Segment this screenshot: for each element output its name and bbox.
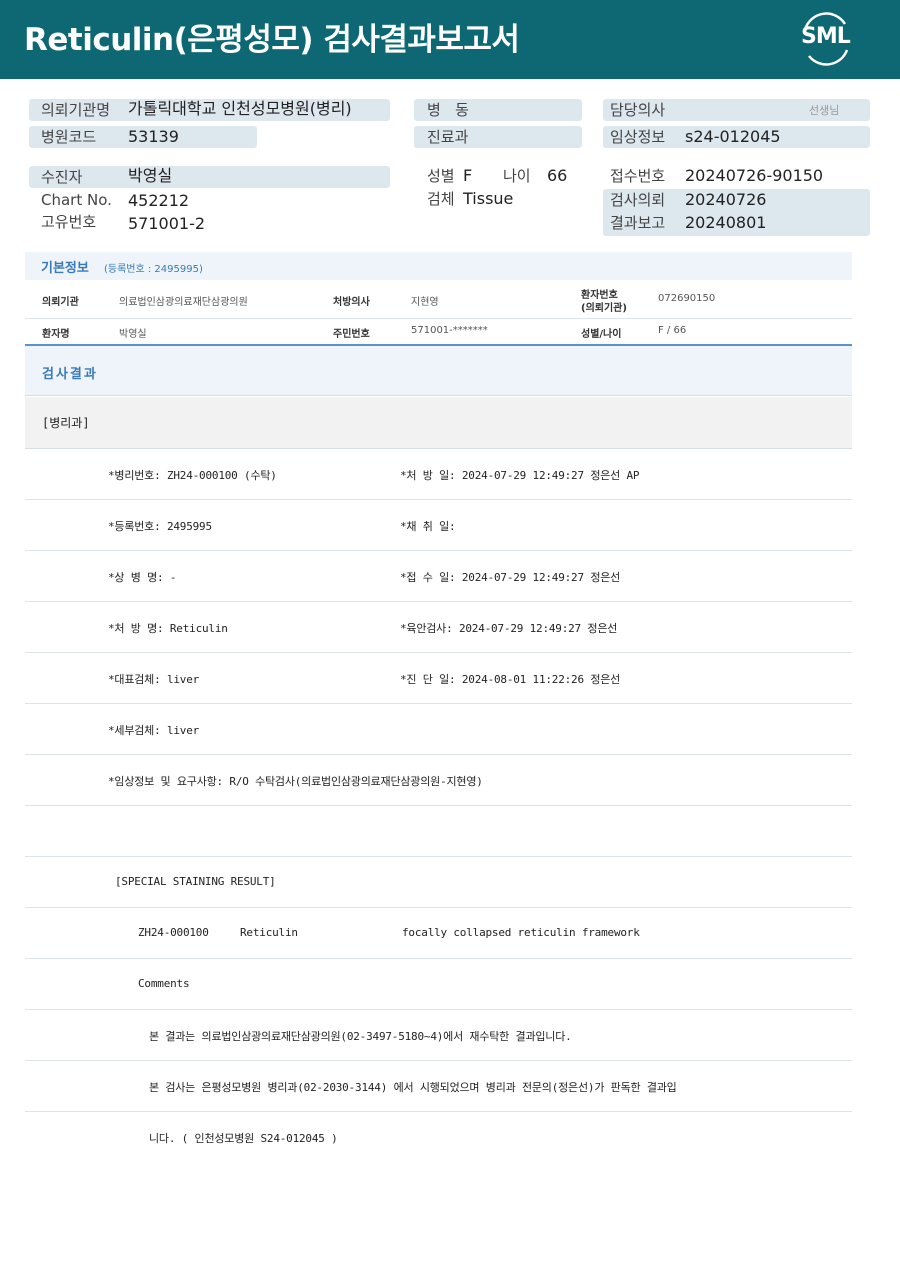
result-row: *등록번호: 2495995 *채 취 일: (25, 500, 852, 551)
comment-text: 본 검사는 은평성모병원 병리과(02-2030-3144) 에서 시행되었으며… (149, 1081, 677, 1094)
patient-label: 수진자 (41, 168, 83, 186)
age-value: 66 (547, 166, 568, 185)
result-row: *대표검체: liver *진 단 일: 2024-08-01 11:22:26… (25, 653, 852, 704)
requesting-institution-value: 가톨릭대학교 인천성모병원(병리) (128, 99, 352, 118)
result-row: *처 방 명: Reticulin *육안검사: 2024-07-29 12:4… (25, 602, 852, 653)
sml-logo: SML (795, 10, 857, 68)
receipt-no-label: 접수번호 (610, 167, 666, 185)
department-row: [병리과] (25, 397, 852, 449)
special-heading-row: [SPECIAL STAINING RESULT] (25, 857, 852, 908)
basic-row-divider (25, 318, 852, 319)
sex-value: F (463, 166, 473, 185)
receipt-no-value: 20240726-90150 (685, 166, 824, 185)
basic-info-registration: (등록번호 : 2495995) (104, 264, 203, 275)
result-row-left: *세부검체: liver (108, 724, 200, 737)
result-report-label: 결과보고 (610, 214, 666, 232)
result-row-left: *임상정보 및 요구사항: R/O 수탁검사(의료법인삼광의료재단삼광의원-지현… (108, 775, 483, 788)
test-request-value: 20240726 (685, 190, 767, 209)
logo-text: SML (801, 24, 851, 49)
basic-info-title: 기본정보 (41, 261, 89, 276)
basic-doctor-value: 지현영 (411, 297, 439, 308)
results-header: 검사결과 (25, 346, 852, 396)
basic-institution-value: 의료법인삼광의료재단삼광의원 (119, 297, 248, 308)
special-staining-heading: [SPECIAL STAINING RESULT] (115, 875, 276, 888)
blank-row (25, 806, 852, 857)
patient-box (29, 166, 390, 188)
result-row-right: *채 취 일: (400, 520, 456, 533)
basic-patient-name-label: 환자명 (42, 329, 70, 340)
department-label: 진료과 (427, 128, 469, 146)
results-title: 검사결과 (42, 367, 98, 382)
basic-sex-age-value: F / 66 (658, 325, 687, 336)
department-name: [병리과] (42, 416, 90, 430)
specimen-label: 검체 (427, 190, 455, 208)
stain-name: Reticulin (240, 926, 298, 939)
result-row-left: *상 병 명: - (108, 571, 177, 584)
result-row: *상 병 명: - *접 수 일: 2024-07-29 12:49:27 정은… (25, 551, 852, 602)
comments-row: Comments (25, 959, 852, 1010)
basic-resident-no-label: 주민번호 (333, 329, 370, 340)
result-row-right: *처 방 일: 2024-07-29 12:49:27 정은선 AP (400, 469, 640, 482)
result-row-left: *병리번호: ZH24-000100 (수탁) (108, 469, 277, 482)
comment-row: 니다. ( 인천성모병원 S24-012045 ) (25, 1112, 852, 1163)
unique-id-label: 고유번호 (41, 213, 97, 231)
unique-id-value: 571001-2 (128, 214, 206, 233)
basic-patient-no-value: 072690150 (658, 293, 716, 304)
chart-no-value: 452212 (128, 191, 190, 210)
requesting-institution-label: 의뢰기관명 (41, 101, 111, 119)
result-row-left: *처 방 명: Reticulin (108, 622, 228, 635)
result-row: *병리번호: ZH24-000100 (수탁) *처 방 일: 2024-07-… (25, 449, 852, 500)
ward-label: 병 동 (427, 101, 469, 119)
comment-row: 본 검사는 은평성모병원 병리과(02-2030-3144) 에서 시행되었으며… (25, 1061, 852, 1112)
comment-text: 본 결과는 의료법인삼광의료재단삼광의원(02-3497-5180~4)에서 재… (149, 1030, 572, 1043)
report-title: Reticulin(은평성모) 검사결과보고서 (24, 22, 520, 58)
result-row: *임상정보 및 요구사항: R/O 수탁검사(의료법인삼광의료재단삼광의원-지현… (25, 755, 852, 806)
stain-result-row: ZH24-000100 Reticulin focally collapsed … (25, 908, 852, 959)
specimen-value: Tissue (463, 189, 514, 208)
basic-sex-age-label: 성별/나이 (581, 329, 622, 340)
hospital-code-label: 병원코드 (41, 128, 97, 146)
clinical-info-value: s24-012045 (685, 127, 781, 146)
basic-info-header: 기본정보 (등록번호 : 2495995) (25, 252, 852, 280)
result-row-right: *접 수 일: 2024-07-29 12:49:27 정은선 (400, 571, 621, 584)
result-row-left: *대표검체: liver (108, 673, 200, 686)
sex-label: 성별 (427, 167, 455, 185)
age-label: 나이 (503, 167, 531, 185)
result-row: *세부검체: liver (25, 704, 852, 755)
patient-value: 박영실 (128, 166, 173, 185)
chart-no-label: Chart No. (41, 191, 112, 209)
stain-result: focally collapsed reticulin framework (402, 926, 640, 939)
result-report-value: 20240801 (685, 213, 767, 232)
comment-text: 니다. ( 인천성모병원 S24-012045 ) (149, 1132, 338, 1145)
doctor-label: 담당의사 (610, 101, 666, 119)
test-request-label: 검사의뢰 (610, 191, 666, 209)
report-header: Reticulin(은평성모) 검사결과보고서 SML (0, 0, 900, 79)
clinical-info-label: 임상정보 (610, 128, 666, 146)
stain-id: ZH24-000100 (138, 926, 209, 939)
hospital-code-value: 53139 (128, 127, 179, 146)
result-row-left: *등록번호: 2495995 (108, 520, 212, 533)
result-row-right: *육안검사: 2024-07-29 12:49:27 정은선 (400, 622, 618, 635)
doctor-suffix: 선생님 (809, 104, 840, 117)
basic-resident-no-value: 571001-******* (411, 325, 488, 336)
result-row-right: *진 단 일: 2024-08-01 11:22:26 정은선 (400, 673, 621, 686)
basic-patient-name-value: 박영실 (119, 329, 147, 340)
basic-patient-no-sublabel: (의뢰기관) (581, 303, 627, 314)
basic-institution-label: 의뢰기관 (42, 297, 79, 308)
comments-label: Comments (138, 977, 190, 990)
basic-doctor-label: 처방의사 (333, 297, 370, 308)
comment-row: 본 결과는 의료법인삼광의료재단삼광의원(02-3497-5180~4)에서 재… (25, 1010, 852, 1061)
